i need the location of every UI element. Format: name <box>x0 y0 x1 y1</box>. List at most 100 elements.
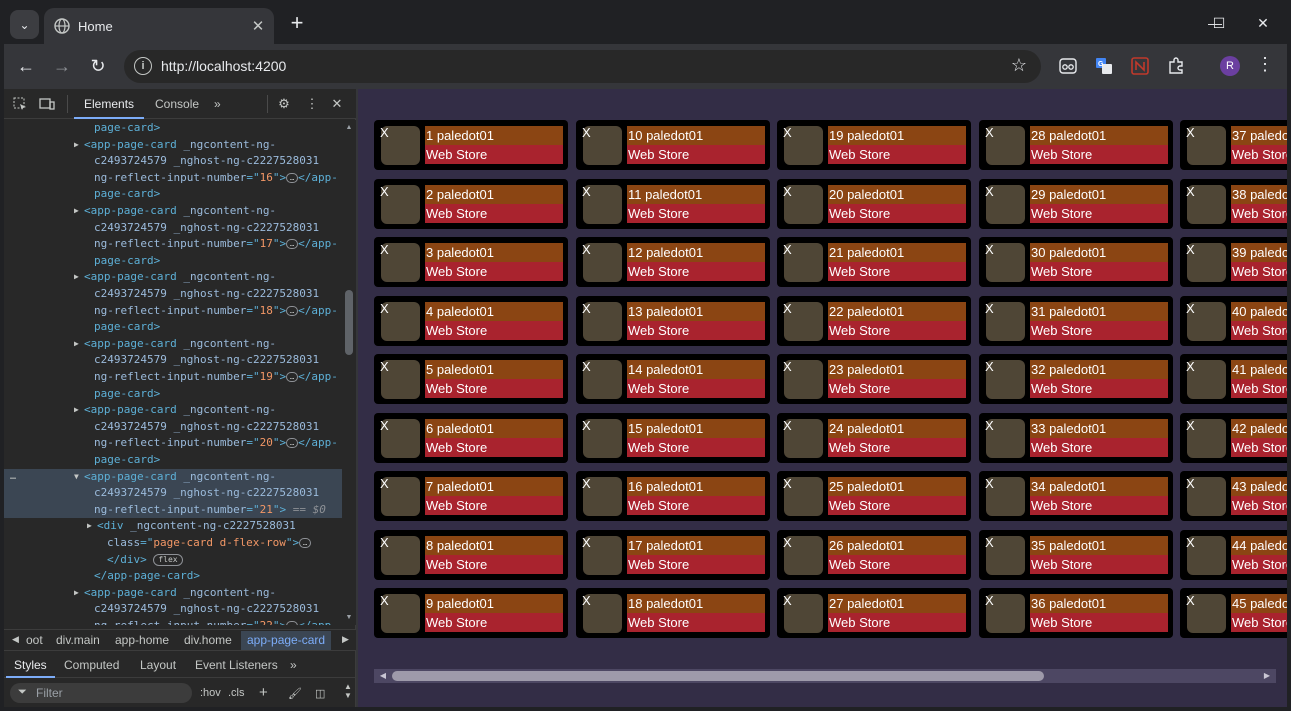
card-remove-button[interactable]: X <box>380 359 389 374</box>
page-card[interactable]: X 4 paledot01 Web Store <box>374 295 568 346</box>
expand-children-pill[interactable]: … <box>286 372 299 382</box>
dom-node-line[interactable]: ▶ <app-page-card _ngcontent-ng- <box>4 336 342 353</box>
card-remove-button[interactable]: X <box>582 476 591 491</box>
page-card[interactable]: X 36 paledot01 Web Store <box>979 588 1173 638</box>
page-card[interactable]: X 3 paledot01 Web Store <box>374 237 568 287</box>
settings-gear-icon[interactable]: ⚙ <box>276 96 292 112</box>
extension-glasses-icon[interactable] <box>1058 56 1078 76</box>
dom-node-line[interactable]: </div> flex <box>4 552 342 569</box>
dom-node-line[interactable]: ▶ <div _ngcontent-ng-c2227528031 <box>4 518 342 535</box>
page-card[interactable]: X 26 paledot01 Web Store <box>777 529 971 580</box>
page-card[interactable]: X 13 paledot01 Web Store <box>576 295 770 346</box>
page-card[interactable]: X 19 paledot01 Web Store <box>777 120 971 170</box>
more-style-tabs[interactable]: » <box>282 652 305 678</box>
card-remove-button[interactable]: X <box>783 184 792 199</box>
dom-node-line[interactable]: ng-reflect-input-number="20">… </app- <box>4 435 342 452</box>
breadcrumb-scroll-right[interactable]: ▶ <box>342 634 349 645</box>
dom-node-line[interactable]: ng-reflect-input-number="19">… </app- <box>4 369 342 386</box>
page-card[interactable]: X 25 paledot01 Web Store <box>777 471 971 521</box>
dom-node-line[interactable]: page-card> <box>4 186 342 203</box>
page-card[interactable]: X 42 paledot01Web Store <box>1180 412 1287 463</box>
dom-tree[interactable]: page-card> ▶ <app-page-card _ngcontent-ng-… <box>4 120 342 625</box>
dom-node-line[interactable]: ng-reflect-input-number="21"> == $0 <box>4 501 342 519</box>
extensions-puzzle-icon[interactable] <box>1166 56 1186 76</box>
scroll-right-arrow[interactable]: ▶ <box>1260 669 1274 683</box>
tab-computed[interactable]: Computed <box>56 652 127 678</box>
breadcrumb-div-home[interactable]: div.home <box>184 633 232 647</box>
page-card[interactable]: X 10 paledot01 Web Store <box>576 120 770 170</box>
expand-children-pill[interactable]: … <box>286 172 299 183</box>
page-horizontal-scrollbar[interactable]: ◀ ▶ <box>374 668 1276 684</box>
expand-triangle-icon[interactable]: ▶ <box>74 203 79 220</box>
tab-close-icon[interactable]: ✕ <box>248 16 268 36</box>
maximize-button[interactable]: ☐ <box>1204 10 1234 36</box>
page-card[interactable]: X 17 paledot01 Web Store <box>576 529 770 580</box>
device-toolbar-icon[interactable] <box>39 96 55 112</box>
breadcrumb-scroll-left[interactable]: ◀ <box>12 634 19 645</box>
dom-node-line[interactable]: c2493724579 _nghost-ng-c2227528031 <box>4 153 342 170</box>
expand-triangle-icon[interactable]: ▶ <box>74 336 79 353</box>
expand-children-pill[interactable]: … <box>299 538 312 548</box>
card-remove-button[interactable]: X <box>582 301 591 316</box>
card-remove-button[interactable]: X <box>985 593 994 608</box>
card-remove-button[interactable]: X <box>1186 301 1195 316</box>
page-card[interactable]: X 21 paledot01 Web Store <box>777 237 971 287</box>
tab-layout[interactable]: Layout <box>132 652 184 678</box>
dom-node-line[interactable]: c2493724579 _nghost-ng-c2227528031 <box>4 220 342 237</box>
new-style-rule-icon[interactable]: + <box>259 684 268 701</box>
dom-node-line[interactable]: class="page-card d-flex-row">… <box>4 535 342 552</box>
card-remove-button[interactable]: X <box>985 418 994 433</box>
card-remove-button[interactable]: X <box>783 125 792 140</box>
forward-button[interactable]: → <box>50 54 74 78</box>
card-remove-button[interactable]: X <box>582 418 591 433</box>
scroll-down-arrow[interactable]: ▼ <box>345 614 353 621</box>
dom-node-line[interactable]: page-card> <box>4 319 342 336</box>
page-card[interactable]: X 31 paledot01 Web Store <box>979 295 1173 346</box>
devtools-close-icon[interactable]: ✕ <box>329 96 345 112</box>
new-tab-button[interactable]: + <box>285 12 309 36</box>
page-card[interactable]: X 29 paledot01 Web Store <box>979 178 1173 229</box>
page-card[interactable]: X 7 paledot01 Web Store <box>374 471 568 521</box>
scrollbar-thumb[interactable] <box>345 290 353 355</box>
card-remove-button[interactable]: X <box>1186 476 1195 491</box>
tab-styles[interactable]: Styles <box>6 652 55 678</box>
page-card[interactable]: X 20 paledot01 Web Store <box>777 178 971 229</box>
card-remove-button[interactable]: X <box>1186 125 1195 140</box>
expand-children-pill[interactable]: … <box>286 305 299 316</box>
card-remove-button[interactable]: X <box>380 242 389 257</box>
card-remove-button[interactable]: X <box>783 359 792 374</box>
dom-node-line[interactable]: c2493724579 _nghost-ng-c2227528031 <box>4 352 342 369</box>
card-remove-button[interactable]: X <box>783 593 792 608</box>
page-card[interactable]: X 5 paledot01 Web Store <box>374 354 568 404</box>
card-remove-button[interactable]: X <box>582 125 591 140</box>
tab-event-listeners[interactable]: Event Listeners <box>187 652 286 678</box>
card-remove-button[interactable]: X <box>985 301 994 316</box>
breadcrumb-app-home[interactable]: app-home <box>115 633 169 647</box>
page-card[interactable]: X 37 paledot01Web Store <box>1180 120 1287 170</box>
page-card[interactable]: X 43 paledot01Web Store <box>1180 471 1287 521</box>
scroll-up-arrow[interactable]: ▲ <box>345 124 353 131</box>
dom-node-line[interactable]: c2493724579 _nghost-ng-c2227528031 <box>4 601 342 618</box>
breadcrumb-div-main[interactable]: div.main <box>56 633 100 647</box>
card-remove-button[interactable]: X <box>783 476 792 491</box>
card-remove-button[interactable]: X <box>985 535 994 550</box>
page-card[interactable]: X 28 paledot01 Web Store <box>979 120 1173 170</box>
scroll-left-arrow[interactable]: ◀ <box>376 669 390 683</box>
bookmark-star-icon[interactable]: ☆ <box>1011 55 1027 76</box>
page-card[interactable]: X 1 paledot01 Web Store <box>374 120 568 170</box>
url-text[interactable]: http://localhost:4200 <box>161 58 286 74</box>
back-button[interactable]: ← <box>14 54 38 78</box>
breadcrumb-app-page-card[interactable]: app-page-card <box>241 631 332 650</box>
expand-children-pill[interactable]: … <box>286 438 299 449</box>
page-card[interactable]: X 22 paledot01 Web Store <box>777 295 971 346</box>
dom-node-line[interactable]: ng-reflect-input-number="17">… </app- <box>4 236 342 253</box>
card-remove-button[interactable]: X <box>380 418 389 433</box>
dom-node-line[interactable]: c2493724579 _nghost-ng-c2227528031 <box>4 419 342 436</box>
expand-children-pill[interactable]: … <box>286 621 299 625</box>
card-remove-button[interactable]: X <box>985 184 994 199</box>
inspect-element-icon[interactable] <box>12 96 28 112</box>
dom-node-line[interactable]: ▶ <app-page-card _ngcontent-ng- <box>4 203 342 220</box>
page-card[interactable]: X 12 paledot01 Web Store <box>576 237 770 287</box>
dom-node-line[interactable]: </app-page-card> <box>4 568 342 585</box>
card-remove-button[interactable]: X <box>985 476 994 491</box>
